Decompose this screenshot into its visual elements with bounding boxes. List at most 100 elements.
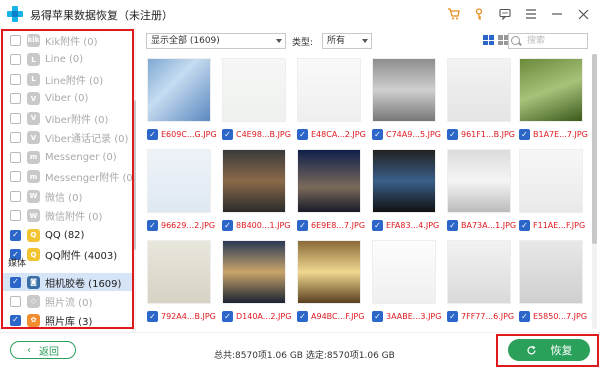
category-label: QQ (82): [45, 229, 85, 241]
photo-thumbnail[interactable]: [222, 240, 286, 304]
photo-thumbnail[interactable]: [372, 240, 436, 304]
category-checkbox[interactable]: [10, 210, 21, 221]
qq-icon: Q: [27, 228, 40, 242]
photo-thumbnail[interactable]: [222, 149, 286, 213]
photo-tile[interactable]: ✓ 792A4...B.JPG: [147, 240, 216, 328]
cart-icon[interactable]: [440, 4, 466, 24]
photo-checkbox[interactable]: ✓: [297, 129, 308, 140]
photo-checkbox[interactable]: ✓: [147, 311, 158, 322]
photo-checkbox[interactable]: ✓: [447, 220, 458, 231]
photo-checkbox[interactable]: ✓: [372, 311, 383, 322]
photo-thumbnail[interactable]: [519, 58, 583, 122]
category-item[interactable]: W 微信 (0): [10, 187, 82, 205]
category-item[interactable]: V Viber通话记录 (0): [10, 129, 128, 147]
category-checkbox[interactable]: [10, 93, 21, 104]
photo-checkbox[interactable]: ✓: [372, 220, 383, 231]
category-checkbox[interactable]: [10, 295, 21, 307]
category-item[interactable]: V Viber (0): [10, 90, 88, 108]
photo-thumbnail[interactable]: [297, 58, 361, 122]
photo-thumbnail[interactable]: [372, 149, 436, 213]
photo-tile[interactable]: ✓ EFA83...4.JPG: [372, 149, 439, 237]
feedback-icon[interactable]: [492, 4, 518, 24]
photo-thumbnail[interactable]: [147, 240, 211, 304]
category-item[interactable]: ✓ Q QQ附件 (4003): [10, 246, 117, 264]
category-item[interactable]: V Viber附件 (0): [10, 109, 108, 127]
category-item[interactable]: m Messenger附件 (0): [10, 168, 136, 186]
category-checkbox[interactable]: [10, 132, 21, 143]
photo-tile[interactable]: ✓ BA73A...1.JPG: [447, 149, 516, 237]
category-checkbox[interactable]: [10, 112, 21, 124]
category-item[interactable]: W 微信附件 (0): [10, 207, 102, 225]
photo-checkbox[interactable]: ✓: [447, 129, 458, 140]
photo-thumbnail[interactable]: [372, 58, 436, 122]
photo-checkbox[interactable]: ✓: [222, 311, 233, 322]
category-checkbox[interactable]: ✓: [10, 276, 21, 288]
photo-tile[interactable]: ✓ E609C...G.JPG: [147, 58, 217, 146]
back-button[interactable]: ‹ 返回: [10, 341, 76, 359]
photo-tile[interactable]: ✓ 3AABE...3.JPG: [372, 240, 441, 328]
filter-select[interactable]: 显示全部 (1609): [146, 33, 286, 49]
category-checkbox[interactable]: [10, 73, 21, 85]
photo-tile[interactable]: ✓ E5850...7.JPG: [519, 240, 587, 328]
photo-checkbox[interactable]: ✓: [297, 220, 308, 231]
category-item[interactable]: L Line附件 (0): [10, 70, 103, 88]
key-icon[interactable]: [466, 4, 492, 24]
photo-tile[interactable]: ✓ C74A9...5.JPG: [372, 58, 441, 146]
photo-filename: E609C...G.JPG: [161, 130, 217, 139]
category-checkbox[interactable]: ✓: [10, 314, 21, 326]
search-input[interactable]: 搜索: [508, 33, 588, 49]
category-item[interactable]: m Messenger (0): [10, 148, 117, 166]
category-item[interactable]: kik Kik附件 (0): [10, 31, 97, 49]
close-icon[interactable]: [570, 4, 596, 24]
photo-checkbox[interactable]: ✓: [519, 129, 530, 140]
photo-thumbnail[interactable]: [447, 58, 511, 122]
photo-checkbox[interactable]: ✓: [297, 311, 308, 322]
category-checkbox[interactable]: [10, 190, 21, 202]
photo-thumbnail[interactable]: [297, 149, 361, 213]
category-item[interactable]: ✓ ✿ 照片库 (3): [10, 311, 92, 329]
category-checkbox[interactable]: [10, 151, 21, 163]
photo-tile[interactable]: ✓ 8B400...1.JPG: [222, 149, 291, 237]
photo-checkbox[interactable]: ✓: [222, 220, 233, 231]
photo-thumbnail[interactable]: [519, 149, 583, 213]
category-checkbox[interactable]: ✓: [10, 229, 21, 241]
category-item[interactable]: ✓ Q QQ (82): [10, 226, 84, 244]
minimize-icon[interactable]: [544, 4, 570, 24]
photo-tile[interactable]: ✓ B1A7E...7.JPG: [519, 58, 588, 146]
category-scrollbar-thumb[interactable]: [132, 100, 136, 250]
photo-checkbox[interactable]: ✓: [447, 311, 458, 322]
photo-tile[interactable]: ✓ 96629...2.JPG: [147, 149, 215, 237]
category-checkbox[interactable]: [10, 54, 21, 65]
category-checkbox[interactable]: [10, 34, 21, 46]
category-item[interactable]: ◇ 照片流 (0): [10, 292, 92, 310]
photo-checkbox[interactable]: ✓: [147, 129, 158, 140]
recover-button[interactable]: 恢复: [508, 339, 590, 361]
photo-tile[interactable]: ✓ 7FF77...6.JPG: [447, 240, 514, 328]
photo-checkbox[interactable]: ✓: [519, 311, 530, 322]
photo-tile[interactable]: ✓ E48CA...2.JPG: [297, 58, 366, 146]
photo-checkbox[interactable]: ✓: [222, 129, 233, 140]
category-checkbox[interactable]: [10, 171, 21, 182]
photo-thumbnail[interactable]: [297, 240, 361, 304]
photo-checkbox[interactable]: ✓: [147, 220, 158, 231]
photo-thumbnail[interactable]: [447, 149, 511, 213]
category-item[interactable]: L Line (0): [10, 51, 83, 69]
photo-thumbnail[interactable]: [147, 58, 211, 122]
photo-checkbox[interactable]: ✓: [519, 220, 530, 231]
photo-thumbnail[interactable]: [222, 58, 286, 122]
photo-tile[interactable]: ✓ 961F1...B.JPG: [447, 58, 515, 146]
photo-tile[interactable]: ✓ 6E9E8...7.JPG: [297, 149, 365, 237]
type-select[interactable]: 所有: [322, 33, 372, 49]
photo-tile[interactable]: ✓ C4E98...B.JPG: [222, 58, 291, 146]
photo-checkbox[interactable]: ✓: [372, 129, 383, 140]
photo-thumbnail[interactable]: [147, 149, 211, 213]
menu-icon[interactable]: [518, 4, 544, 24]
photo-thumbnail[interactable]: [519, 240, 583, 304]
photo-tile[interactable]: ✓ A94BC...F.JPG: [297, 240, 364, 328]
grid-view-icon[interactable]: [482, 34, 494, 46]
grid-scrollbar-thumb[interactable]: [592, 54, 597, 244]
photo-thumbnail[interactable]: [447, 240, 511, 304]
photo-tile[interactable]: ✓ D140A...2.JPG: [222, 240, 291, 328]
photo-tile[interactable]: ✓ F11AE...F.JPG: [519, 149, 585, 237]
category-item[interactable]: ✓ ◙ 相机胶卷 (1609): [3, 273, 132, 291]
